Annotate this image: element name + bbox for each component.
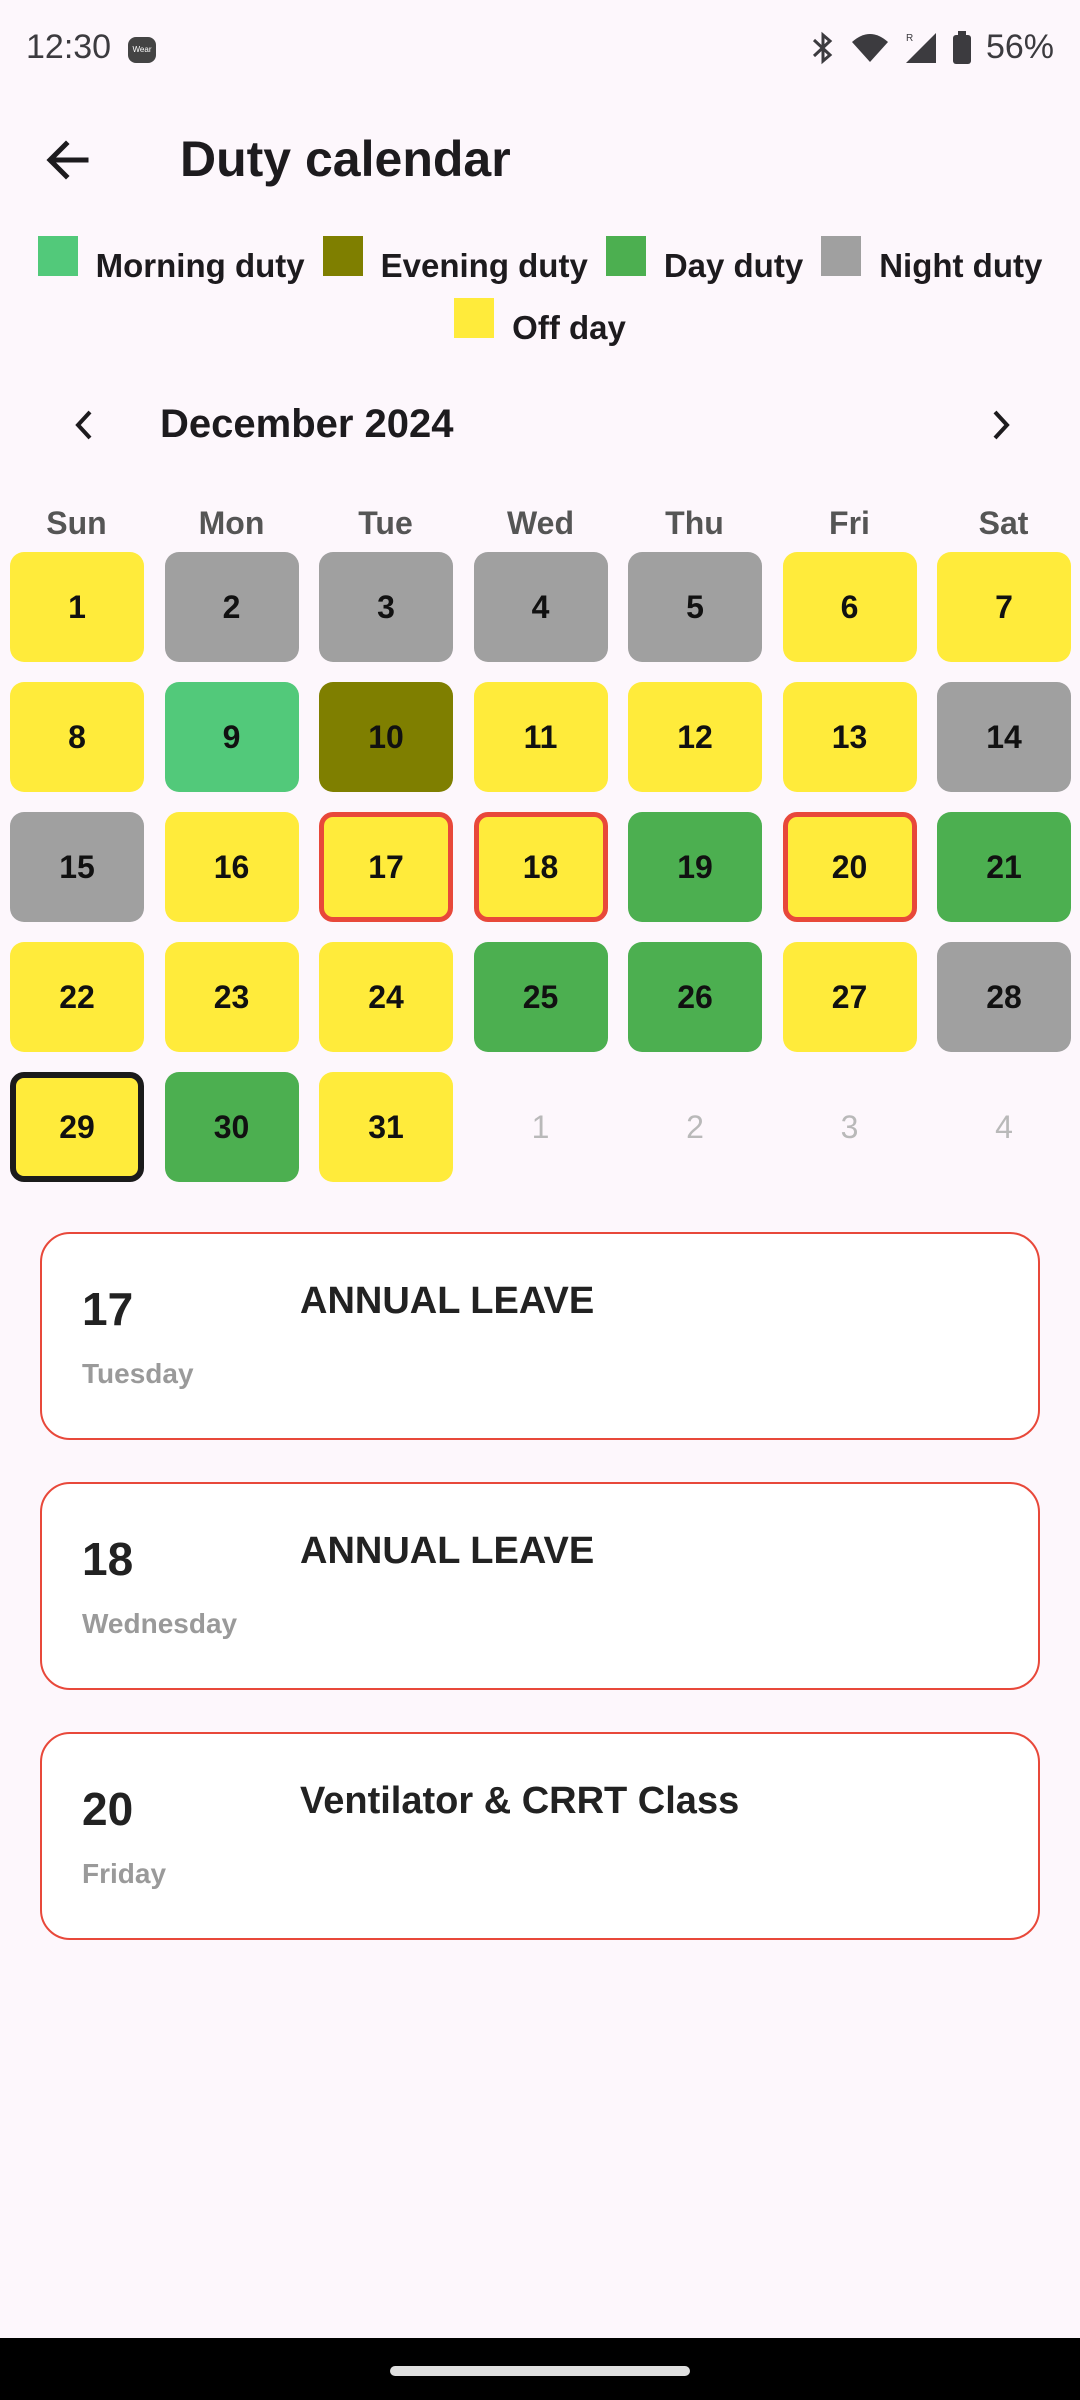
legend-item-evening: Evening duty [322,236,588,284]
svg-text:R: R [906,33,913,44]
calendar-day[interactable]: 13 [782,682,917,792]
calendar-day[interactable]: 3 [319,552,453,662]
calendar-day[interactable]: 23 [164,942,299,1052]
wear-os-icon: Wear [128,37,156,63]
calendar-day[interactable]: 8 [10,682,144,792]
calendar-day[interactable]: 31 [319,1072,453,1182]
event-weekday: Tuesday [82,1358,194,1389]
event-card[interactable]: 17 Tuesday ANNUAL LEAVE [40,1232,1040,1440]
calendar-day[interactable]: 11 [473,682,608,792]
legend-swatch-night [821,236,862,276]
weekday-label: Tue [358,505,413,541]
event-title: Ventilator & CRRT Class [300,1780,740,1822]
weekday-label: Mon [198,505,265,541]
calendar-day-outside: 3 [840,1108,859,1145]
battery-icon [952,30,972,65]
event-title: ANNUAL LEAVE [300,1280,595,1322]
calendar-day-outside: 2 [686,1108,704,1145]
event-day-number: 17 [82,1283,134,1335]
calendar-day[interactable]: 18 [473,812,608,922]
calendar-day[interactable]: 28 [937,942,1071,1052]
calendar-day[interactable]: 5 [628,552,762,662]
weekday-label: Sat [978,505,1029,541]
status-time: 12:30 [26,28,112,66]
battery-percent: 56% [985,28,1054,66]
event-card[interactable]: 18 Wednesday ANNUAL LEAVE [40,1482,1040,1690]
calendar-day[interactable]: 20 [782,812,917,922]
calendar-day[interactable]: 6 [782,552,917,662]
legend-swatch-evening [322,236,363,276]
legend-item-day: Day duty [605,236,803,284]
legend-label: Off day [512,309,626,346]
weekday-label: Fri [829,505,870,541]
calendar-day[interactable]: 16 [164,812,299,922]
month-header: December 2024 [0,390,1080,460]
legend-swatch-off [454,298,495,338]
calendar-day[interactable]: 22 [10,942,144,1052]
calendar-day[interactable]: 24 [319,942,453,1052]
calendar-day[interactable]: 1 [10,552,144,662]
legend-row-2: Off day [0,287,1080,349]
wifi-icon [850,32,890,64]
chevron-right-icon[interactable] [975,400,1025,450]
back-arrow-icon[interactable] [40,132,96,188]
calendar-day-outside: 1 [531,1108,550,1145]
event-weekday: Friday [82,1858,167,1889]
calendar-day[interactable]: 9 [164,682,299,792]
system-nav-bar [0,2338,1080,2400]
calendar-day[interactable]: 19 [628,812,762,922]
calendar-day[interactable]: 27 [782,942,917,1052]
legend-item-morning: Morning duty [37,236,305,284]
legend-label: Night duty [879,247,1043,284]
status-bar: 12:30 Wear R 56% [0,0,1080,100]
weekday-label: Sun [46,505,107,541]
calendar-day[interactable]: 25 [473,942,608,1052]
legend-label: Morning duty [95,247,305,284]
calendar-day[interactable]: 4 [473,552,608,662]
calendar-day[interactable]: 7 [937,552,1071,662]
signal-icon: R [904,31,938,65]
home-gesture-handle[interactable] [390,2366,690,2376]
legend-row-1: Morning duty Evening duty Day duty Night… [0,225,1080,287]
legend-swatch-morning [37,236,78,276]
legend-item-night: Night duty [821,236,1042,284]
calendar-day[interactable]: 21 [937,812,1071,922]
legend-label: Evening duty [380,247,588,284]
legend-item-off: Off day [454,298,626,346]
weekday-header: Sun Mon Tue Wed Thu Fri Sat [0,505,1080,555]
event-card[interactable]: 20 Friday Ventilator & CRRT Class [40,1732,1040,1940]
calendar-day[interactable]: 12 [628,682,762,792]
status-icons: R 56% [810,28,1054,67]
duty-legend: Morning duty Evening duty Day duty Night… [0,225,1080,349]
bluetooth-icon [810,31,836,65]
calendar-day[interactable]: 17 [319,812,453,922]
legend-label: Day duty [663,247,804,284]
calendar-day[interactable]: 10 [319,682,453,792]
event-title: ANNUAL LEAVE [300,1530,595,1572]
legend-swatch-day [605,236,646,276]
event-weekday: Wednesday [82,1608,238,1639]
calendar-day[interactable]: 15 [10,812,144,922]
event-day-number: 20 [82,1783,134,1835]
calendar-day[interactable]: 2 [164,552,299,662]
calendar-day[interactable]: 26 [628,942,762,1052]
weekday-label: Thu [665,505,724,541]
app-bar: Duty calendar [0,110,1080,210]
weekday-label: Wed [507,505,574,541]
month-title: December 2024 [160,402,454,446]
calendar-day-outside: 4 [995,1108,1013,1145]
calendar-day[interactable]: 30 [164,1072,299,1182]
page-title: Duty calendar [180,131,511,187]
chevron-left-icon[interactable] [60,400,110,450]
event-day-number: 18 [82,1533,134,1585]
calendar-day[interactable]: 14 [937,682,1071,792]
calendar-day[interactable]: 29 [10,1072,144,1182]
